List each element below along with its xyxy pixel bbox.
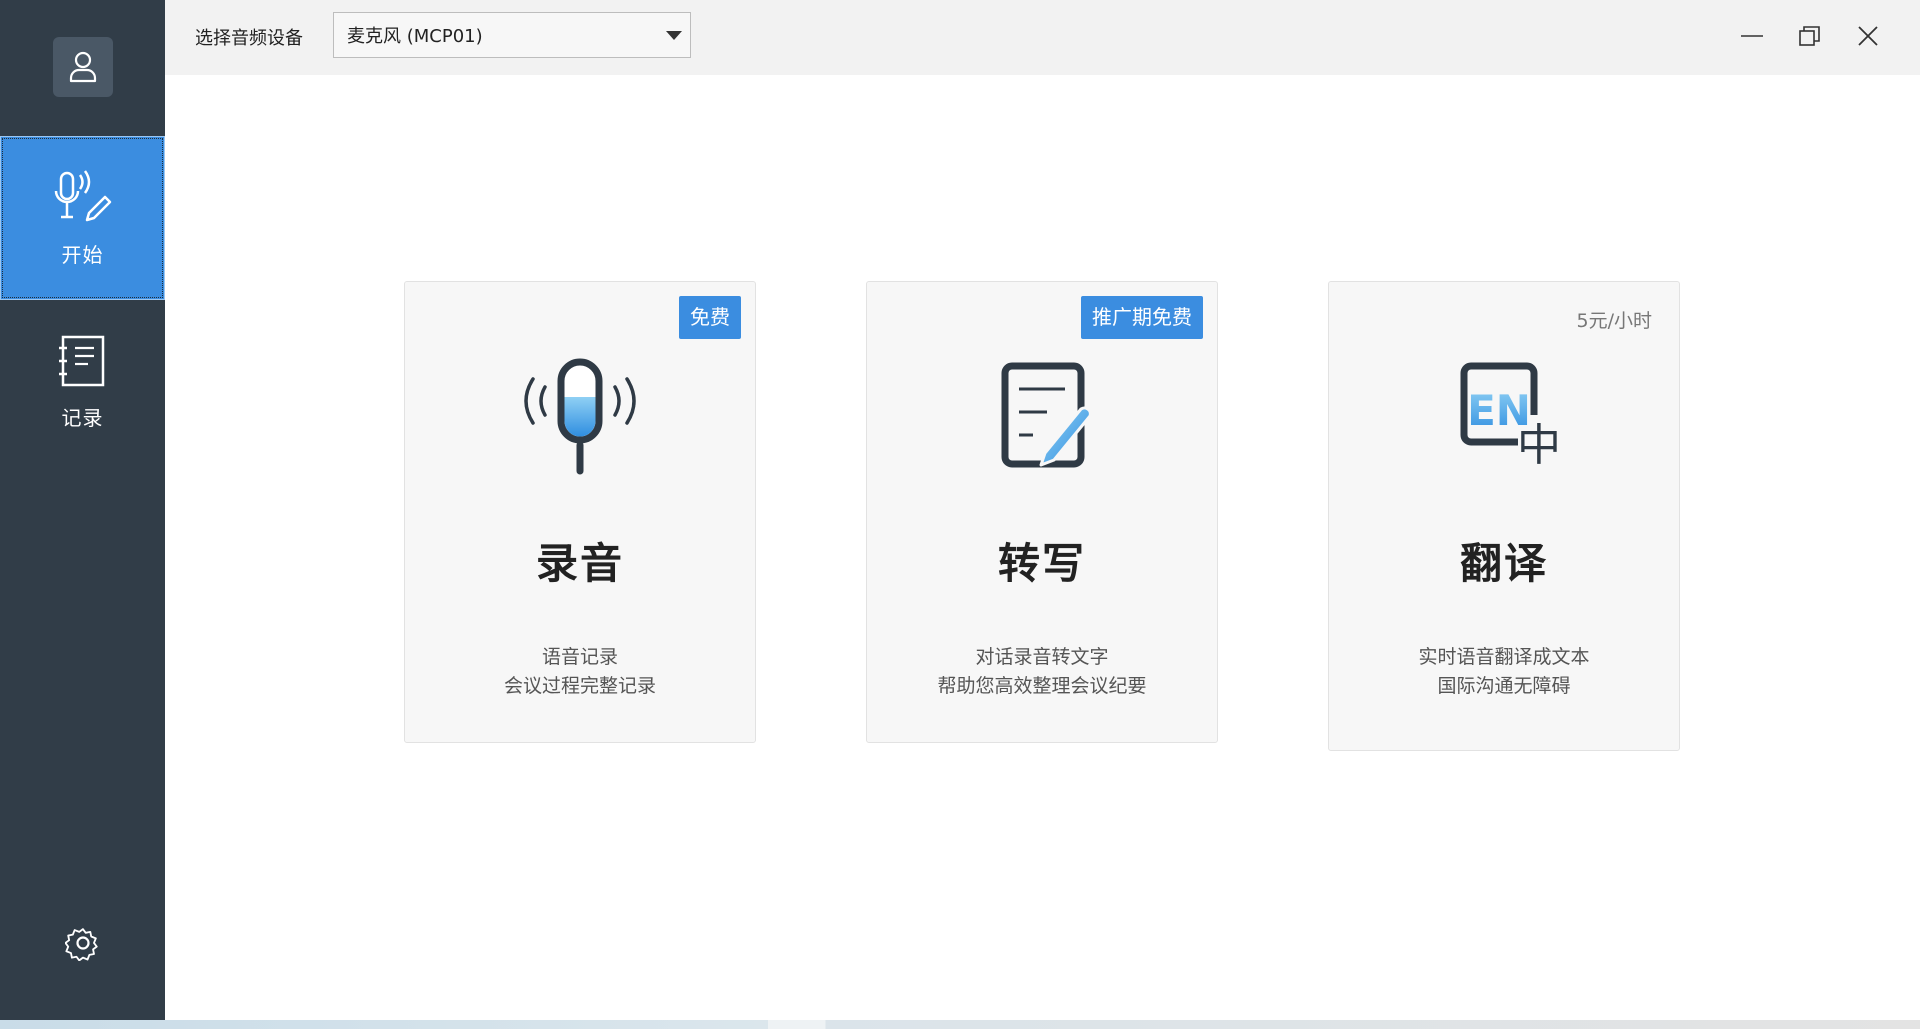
restore-icon [1799, 26, 1820, 46]
minimize-icon [1741, 35, 1763, 37]
translate-icon-zh-text: 中 [1517, 420, 1561, 471]
microphone-icon [524, 358, 636, 475]
minimize-button[interactable] [1734, 18, 1770, 54]
promo-free-badge: 推广期免费 [1081, 296, 1203, 339]
card-title: 转写 [997, 539, 1086, 588]
card-description: 对话录音转文字 帮助您高效整理会议纪要 [867, 643, 1217, 701]
audio-device-label: 选择音频设备 [195, 28, 303, 49]
mic-pen-icon [54, 169, 111, 221]
card-description: 实时语音翻译成文本 国际沟通无障碍 [1329, 643, 1679, 701]
document-pen-icon [1001, 362, 1092, 468]
card-description-line: 会议过程完整记录 [503, 675, 656, 697]
card-title: 录音 [535, 539, 624, 588]
card-description-line: 语音记录 [541, 646, 618, 668]
card-title: 翻译 [1459, 539, 1548, 588]
translate-en-zh-icon: EN 中 [1460, 362, 1561, 471]
user-avatar-button[interactable] [53, 37, 113, 97]
sidebar-item-label: 记录 [61, 405, 104, 430]
record-card[interactable]: 免费 录音 语音记录 会议过程完整记录 [404, 281, 756, 743]
close-button[interactable] [1850, 18, 1886, 54]
sidebar-item-label: 开始 [61, 242, 104, 267]
card-description-line: 实时语音翻译成文本 [1418, 646, 1590, 668]
card-description: 语音记录 会议过程完整记录 [405, 643, 755, 701]
sidebar-item-start[interactable]: 开始 [0, 136, 165, 300]
free-badge: 免费 [679, 296, 741, 339]
translate-card[interactable]: 5元/小时 EN 中 翻译 实时语音翻译成文本 国际沟通无障碍 [1328, 281, 1680, 751]
gear-icon [65, 928, 98, 961]
chevron-down-icon [666, 31, 682, 40]
sidebar-item-records[interactable]: 记录 [0, 300, 165, 464]
card-description-line: 国际沟通无障碍 [1437, 675, 1571, 697]
close-icon [1858, 26, 1878, 46]
restore-button[interactable] [1792, 18, 1828, 54]
card-description-line: 帮助您高效整理会议纪要 [937, 675, 1147, 697]
transcribe-card[interactable]: 推广期免费 转写 对话录音转文字 帮助您高效整理会议纪要 [866, 281, 1218, 743]
audio-device-select[interactable]: 麦克风 (MCP01) [333, 12, 691, 58]
title-bar: 选择音频设备 麦克风 (MCP01) [165, 0, 1920, 75]
bottom-scrollbar [0, 1020, 1920, 1029]
notebook-icon [58, 335, 104, 386]
price-label: 5元/小时 [1576, 310, 1653, 332]
settings-button[interactable] [62, 922, 104, 964]
card-description-line: 对话录音转文字 [975, 646, 1109, 668]
sidebar: 开始 记录 [0, 0, 165, 1020]
user-icon [69, 51, 97, 83]
audio-device-value: 麦克风 (MCP01) [347, 26, 483, 47]
